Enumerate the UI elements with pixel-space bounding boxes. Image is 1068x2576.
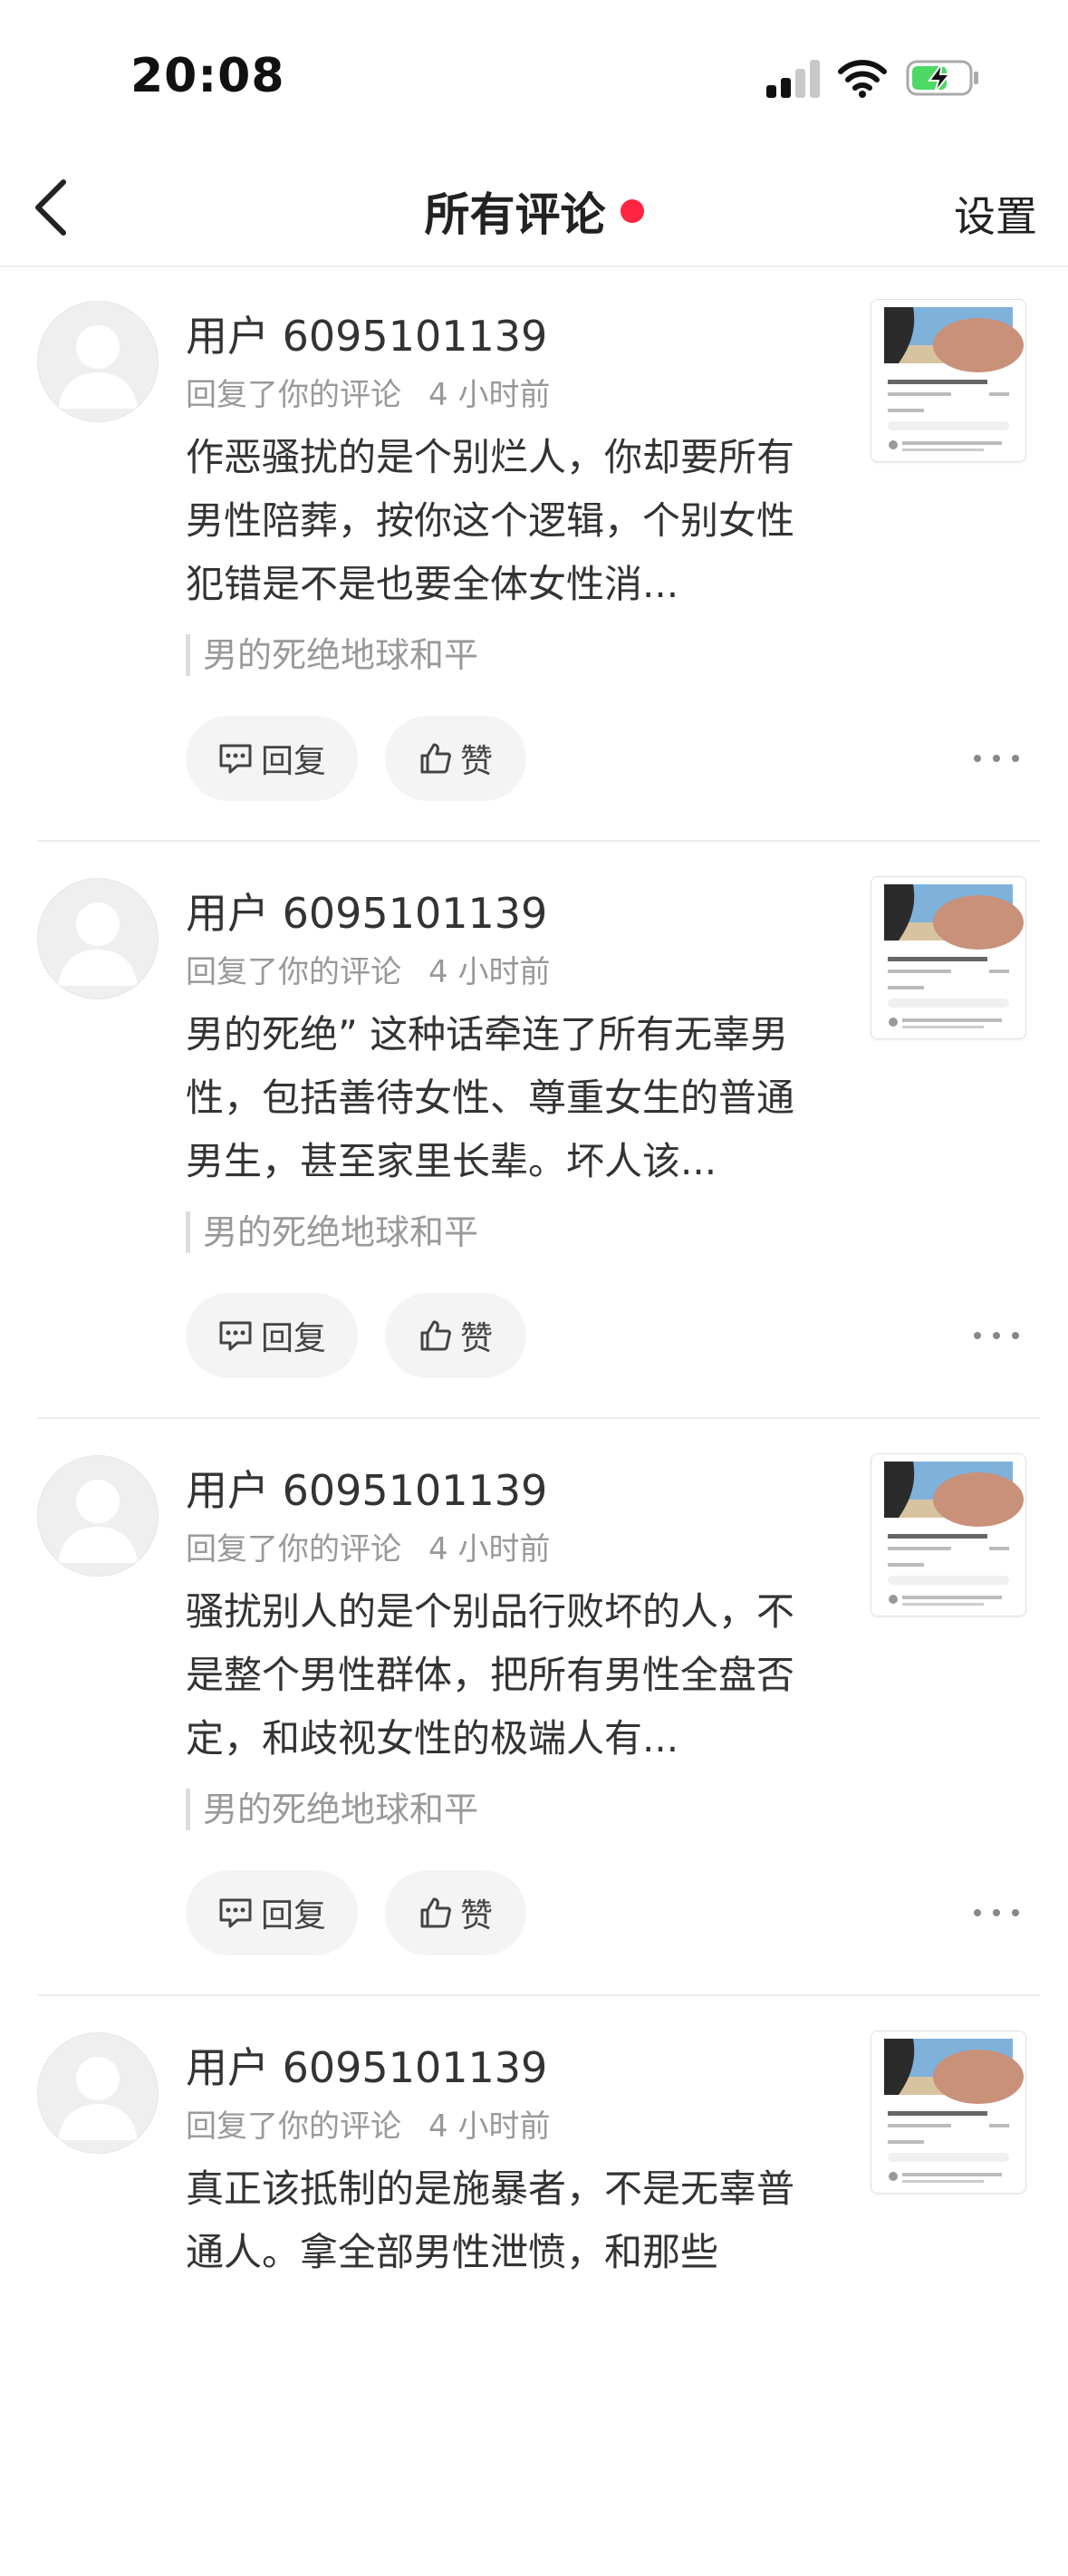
comment-item[interactable]: 用户 6095101139 回复了你的评论 4 小时前 骚扰别人的是个别品行败坏的… xyxy=(0,1422,1068,1999)
quoted-comment[interactable]: 男的死绝地球和平 xyxy=(186,634,478,676)
comment-meta: 回复了你的评论 4 小时前 xyxy=(186,2101,550,2146)
like-button[interactable]: 赞 xyxy=(385,716,526,801)
username[interactable]: 用户 6095101139 xyxy=(186,2035,547,2095)
thumbs-up-icon xyxy=(420,1320,451,1351)
username[interactable]: 用户 6095101139 xyxy=(186,881,547,941)
battery-charging-icon xyxy=(906,58,980,98)
cellular-signal-icon xyxy=(766,60,821,98)
like-label: 赞 xyxy=(459,1897,493,1934)
reply-label: 回复 xyxy=(260,743,326,780)
action-text: 回复了你的评论 xyxy=(186,1531,401,1568)
settings-button[interactable]: 设置 xyxy=(954,184,1037,244)
comment-text[interactable]: 男的死绝” 这种话牵连了所有无辜男性，包括善待女性、尊重女生的普通男生，甚至家里… xyxy=(186,1003,820,1193)
comment-item[interactable]: 用户 6095101139 回复了你的评论 4 小时前 男的死绝” 这种话牵连了所… xyxy=(0,844,1068,1422)
time-ago: 4 小时前 xyxy=(428,2108,551,2145)
comment-item[interactable]: 用户 6095101139 回复了你的评论 4 小时前 真正该抵制的是施暴者，不是… xyxy=(0,1999,1068,2576)
divider xyxy=(37,1994,1040,1996)
wifi-icon xyxy=(838,58,887,98)
comment-item[interactable]: 用户 6095101139 回复了你的评论 4 小时前 作恶骚扰的是个别烂人，你却… xyxy=(0,267,1068,844)
like-label: 赞 xyxy=(459,1320,493,1357)
divider xyxy=(37,1417,1040,1419)
quoted-comment[interactable]: 男的死绝地球和平 xyxy=(186,1211,478,1253)
reply-button[interactable]: 回复 xyxy=(186,716,358,801)
page-title-wrap: 所有评论 xyxy=(0,178,1068,244)
comment-meta: 回复了你的评论 4 小时前 xyxy=(186,370,550,414)
divider xyxy=(37,840,1040,842)
avatar[interactable] xyxy=(37,2032,159,2154)
post-preview-image xyxy=(871,1454,1025,1616)
post-preview-image xyxy=(871,2031,1025,2193)
avatar[interactable] xyxy=(37,1455,159,1577)
thumbs-up-icon xyxy=(420,1897,451,1928)
post-thumbnail[interactable] xyxy=(871,1453,1026,1616)
action-text: 回复了你的评论 xyxy=(186,954,401,990)
comment-text[interactable]: 骚扰别人的是个别品行败坏的人，不是整个男性群体，把所有男性全盘否定，和歧视女性的… xyxy=(186,1580,820,1770)
more-options-button[interactable] xyxy=(974,1899,1019,1926)
more-options-button[interactable] xyxy=(974,1322,1019,1349)
username[interactable]: 用户 6095101139 xyxy=(186,304,547,363)
avatar[interactable] xyxy=(37,878,159,999)
unread-dot xyxy=(620,199,644,223)
comment-meta: 回复了你的评论 4 小时前 xyxy=(186,947,550,991)
action-text: 回复了你的评论 xyxy=(186,377,401,413)
post-thumbnail[interactable] xyxy=(871,2031,1026,2194)
comment-icon xyxy=(219,744,252,774)
like-button[interactable]: 赞 xyxy=(385,1870,526,1955)
quoted-comment[interactable]: 男的死绝地球和平 xyxy=(186,1789,478,1830)
time-ago: 4 小时前 xyxy=(428,1531,551,1568)
username[interactable]: 用户 6095101139 xyxy=(186,1458,547,1518)
reply-button[interactable]: 回复 xyxy=(186,1870,358,1955)
avatar[interactable] xyxy=(37,301,159,422)
like-button[interactable]: 赞 xyxy=(385,1293,526,1378)
status-time: 20:08 xyxy=(130,49,285,103)
comment-text[interactable]: 作恶骚扰的是个别烂人，你却要所有男性陪葬，按你这个逻辑，个别女性犯错是不是也要全… xyxy=(186,426,820,616)
reply-label: 回复 xyxy=(260,1320,326,1357)
thumbs-up-icon xyxy=(420,743,451,774)
comment-icon xyxy=(219,1321,252,1351)
more-options-button[interactable] xyxy=(974,745,1019,772)
post-preview-image xyxy=(871,300,1025,461)
post-thumbnail[interactable] xyxy=(871,876,1026,1039)
comment-icon xyxy=(219,1898,252,1928)
status-bar: 20:08 xyxy=(0,0,1068,150)
page-title: 所有评论 xyxy=(424,188,606,241)
reply-button[interactable]: 回复 xyxy=(186,1293,358,1378)
nav-bar: 所有评论 设置 xyxy=(0,150,1068,267)
comment-text[interactable]: 真正该抵制的是施暴者，不是无辜普通人。拿全部男性泄愤，和那些 xyxy=(186,2157,820,2348)
time-ago: 4 小时前 xyxy=(428,377,551,413)
comment-meta: 回复了你的评论 4 小时前 xyxy=(186,1524,550,1568)
post-thumbnail[interactable] xyxy=(871,299,1026,462)
time-ago: 4 小时前 xyxy=(428,954,551,990)
action-text: 回复了你的评论 xyxy=(186,2108,401,2145)
like-label: 赞 xyxy=(459,743,493,780)
reply-label: 回复 xyxy=(260,1897,326,1934)
post-preview-image xyxy=(871,877,1025,1038)
